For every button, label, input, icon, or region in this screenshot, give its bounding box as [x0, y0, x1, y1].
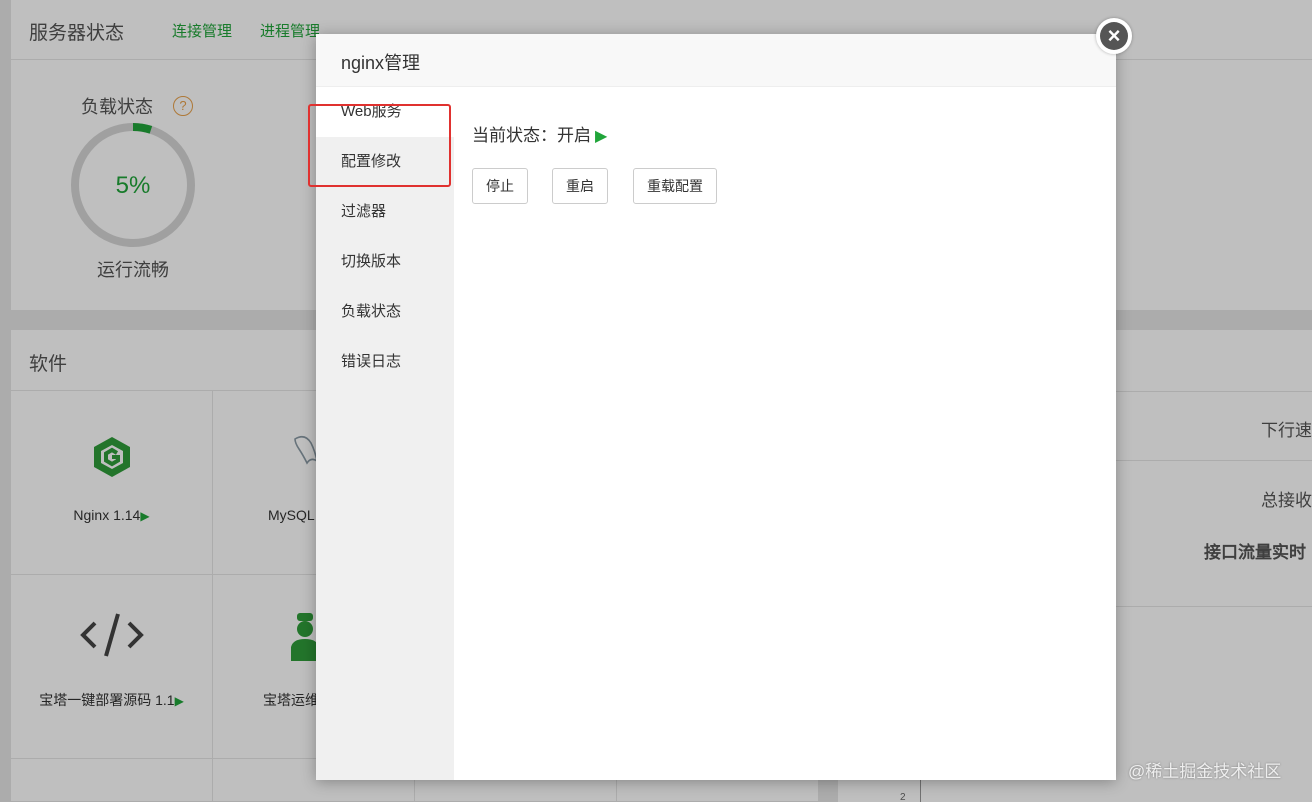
menu-filter[interactable]: 过滤器 [316, 187, 454, 237]
watermark: @稀土掘金技术社区 [1128, 762, 1282, 781]
dialog-title: nginx管理 [341, 53, 421, 73]
menu-load-status[interactable]: 负载状态 [316, 287, 454, 337]
close-icon: × [1100, 22, 1128, 50]
menu-switch-version[interactable]: 切换版本 [316, 237, 454, 287]
menu-error-log[interactable]: 错误日志 [316, 337, 454, 387]
highlight-box [308, 104, 451, 187]
dialog-content: 当前状态：开启 ▶ 停止 重启 重载配置 [454, 87, 1116, 780]
restart-button[interactable]: 重启 [552, 168, 608, 204]
stop-button[interactable]: 停止 [472, 168, 528, 204]
current-status: 当前状态：开启 ▶ [472, 121, 607, 146]
dialog-sidebar: Web服务 配置修改 过滤器 切换版本 负载状态 错误日志 [316, 87, 454, 780]
current-status-label: 当前状态：开启 [472, 126, 591, 145]
running-icon: ▶ [595, 128, 608, 145]
reload-config-button[interactable]: 重载配置 [633, 168, 717, 204]
close-button[interactable]: × [1096, 18, 1132, 54]
dialog-header: nginx管理 [316, 34, 1116, 87]
